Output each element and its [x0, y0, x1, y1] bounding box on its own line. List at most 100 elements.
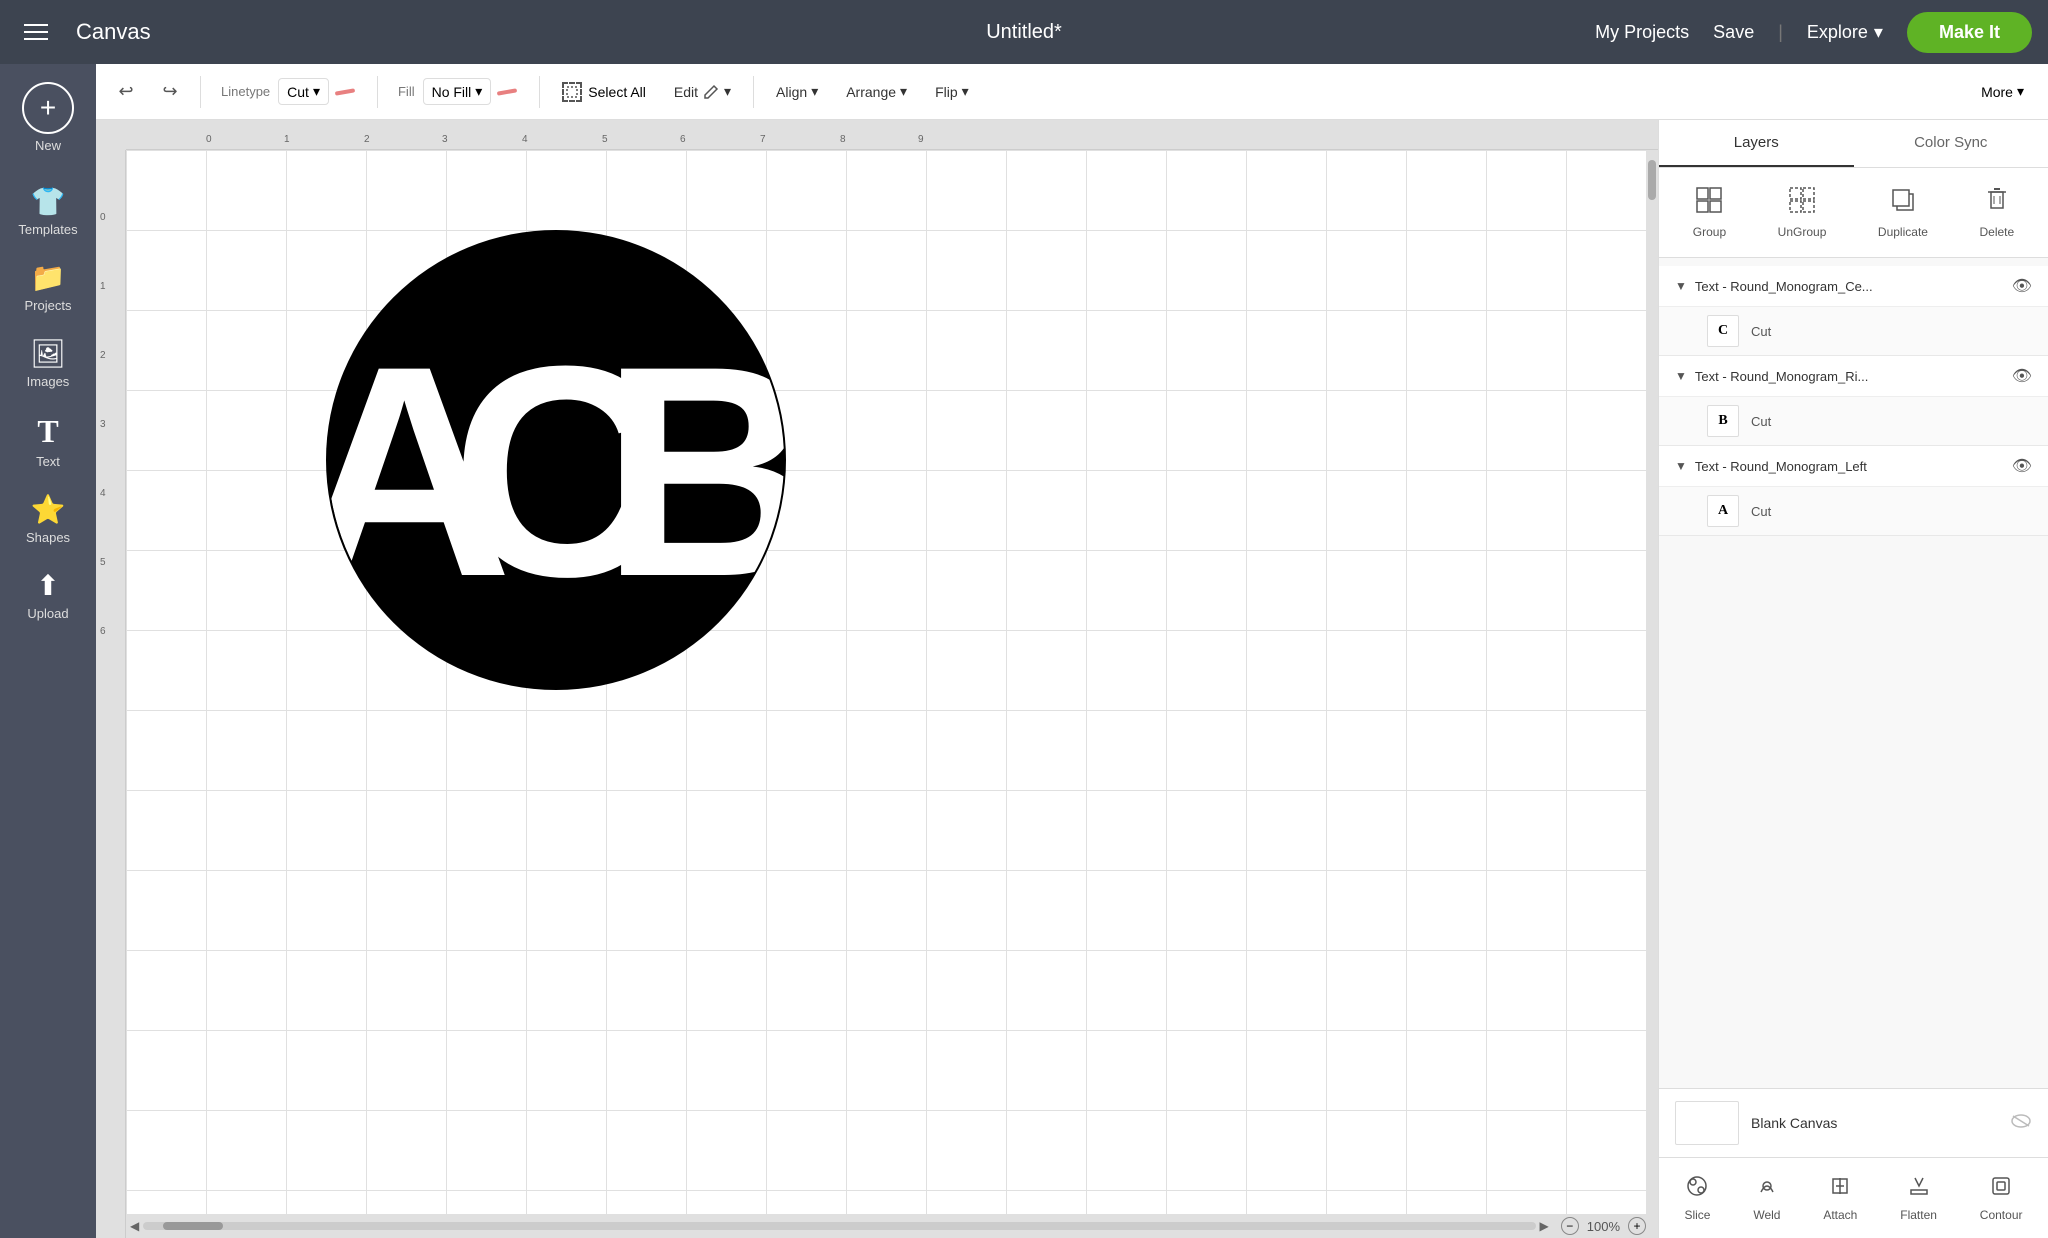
- fill-chevron-icon: ▾: [475, 83, 482, 100]
- duplicate-icon: [1889, 186, 1917, 221]
- fill-color-swatch[interactable]: [495, 80, 519, 104]
- sidebar-item-projects[interactable]: 📁 Projects: [4, 251, 92, 323]
- more-button[interactable]: More ▾: [1969, 77, 2036, 106]
- delete-action[interactable]: Delete: [1968, 180, 2027, 245]
- document-title[interactable]: Untitled*: [986, 21, 1062, 44]
- group-icon: [1695, 186, 1723, 221]
- make-it-button[interactable]: Make It: [1907, 12, 2032, 53]
- layer-child-2: B Cut: [1659, 397, 2048, 445]
- explore-chevron-icon: ▾: [1874, 22, 1883, 43]
- projects-icon: 📁: [31, 261, 66, 294]
- layer-header-2[interactable]: ▼ Text - Round_Monogram_Ri... 👁: [1659, 356, 2048, 397]
- slice-action[interactable]: Slice: [1676, 1168, 1718, 1228]
- layer-chevron-2[interactable]: ▼: [1675, 369, 1687, 383]
- ruler-top: 0 1 2 3 4 5 6 7 8 9: [126, 120, 1658, 150]
- canvas-area[interactable]: 0 1 2 3 4 5 6 7 8 9 0 1 2 3 4: [96, 120, 1658, 1238]
- attach-icon: [1828, 1174, 1852, 1204]
- monogram-design[interactable]: A C B: [306, 210, 856, 760]
- ruler-left: 0 1 2 3 4 5 6: [96, 150, 126, 1238]
- attach-action[interactable]: Attach: [1815, 1168, 1865, 1228]
- blank-canvas-row: Blank Canvas: [1659, 1088, 2048, 1157]
- sidebar-item-templates[interactable]: 👕 Templates: [4, 175, 92, 247]
- canvas-horizontal-scrollbar[interactable]: ◀ ▶ − 100% +: [126, 1214, 1658, 1238]
- weld-icon: [1755, 1174, 1779, 1204]
- sidebar-item-new[interactable]: + New: [4, 72, 92, 163]
- images-icon: 🖼: [30, 337, 66, 370]
- zoom-value: 100%: [1587, 1219, 1620, 1234]
- weld-action[interactable]: Weld: [1745, 1168, 1788, 1228]
- layer-group-2: ▼ Text - Round_Monogram_Ri... 👁 B Cut: [1659, 356, 2048, 446]
- scroll-right-arrow[interactable]: ▶: [1540, 1219, 1549, 1233]
- sidebar-item-text[interactable]: T Text: [4, 403, 92, 479]
- hamburger-menu[interactable]: [16, 16, 56, 48]
- zoom-out-button[interactable]: −: [1561, 1217, 1579, 1235]
- fill-group: Fill No Fill ▾: [390, 78, 527, 105]
- layer-eye-3[interactable]: 👁: [2012, 456, 2032, 476]
- duplicate-action[interactable]: Duplicate: [1866, 180, 1940, 245]
- scroll-left-arrow[interactable]: ◀: [130, 1219, 139, 1233]
- layer-thumb-1: C: [1707, 315, 1739, 347]
- layer-thumb-3: A: [1707, 495, 1739, 527]
- zoom-in-button[interactable]: +: [1628, 1217, 1646, 1235]
- ruler-corner: [96, 120, 126, 150]
- new-plus-icon: +: [22, 82, 74, 134]
- explore-button[interactable]: Explore ▾: [1807, 22, 1883, 43]
- slice-icon: [1685, 1174, 1709, 1204]
- top-nav: Canvas Untitled* My Projects Save | Expl…: [0, 0, 2048, 64]
- linetype-select[interactable]: Cut ▾: [278, 78, 329, 105]
- align-button[interactable]: Align ▾: [766, 77, 828, 106]
- layer-chevron-1[interactable]: ▼: [1675, 279, 1687, 293]
- scrollbar-track[interactable]: [143, 1222, 1535, 1230]
- group-action[interactable]: Group: [1681, 180, 1738, 245]
- align-chevron-icon: ▾: [811, 83, 818, 100]
- undo-button[interactable]: ↩: [108, 74, 144, 110]
- scrollbar-thumb[interactable]: [163, 1222, 223, 1230]
- layers-list: ▼ Text - Round_Monogram_Ce... 👁 C Cut ▼: [1659, 258, 2048, 1088]
- linetype-color-swatch[interactable]: [333, 80, 357, 104]
- toolbar: ↩ ↪ Linetype Cut ▾ Fill No Fill ▾: [96, 64, 2048, 120]
- right-panel: Layers Color Sync Group: [1658, 120, 2048, 1238]
- layer-thumb-2: B: [1707, 405, 1739, 437]
- select-all-icon: [562, 82, 582, 102]
- v-scrollbar-thumb[interactable]: [1648, 160, 1656, 200]
- sidebar-item-images[interactable]: 🖼 Images: [4, 327, 92, 399]
- panel-tabs: Layers Color Sync: [1659, 120, 2048, 168]
- text-icon: T: [37, 413, 58, 450]
- linetype-chevron-icon: ▾: [313, 83, 320, 100]
- sidebar-item-upload[interactable]: ⬆ Upload: [4, 559, 92, 631]
- sidebar-item-shapes[interactable]: ⭐ Shapes: [4, 483, 92, 555]
- layer-eye-2[interactable]: 👁: [2012, 366, 2032, 386]
- contour-action[interactable]: Contour: [1972, 1168, 2031, 1228]
- shapes-icon: ⭐: [31, 493, 66, 526]
- flip-chevron-icon: ▾: [962, 83, 969, 100]
- edit-chevron-icon: ▾: [724, 83, 731, 100]
- layer-chevron-3[interactable]: ▼: [1675, 459, 1687, 473]
- fill-select[interactable]: No Fill ▾: [423, 78, 492, 105]
- panel-bottom-actions: Slice Weld Attach: [1659, 1157, 2048, 1238]
- flip-button[interactable]: Flip ▾: [925, 77, 979, 106]
- upload-icon: ⬆: [36, 569, 59, 602]
- my-projects-link[interactable]: My Projects: [1595, 22, 1689, 43]
- layer-header-1[interactable]: ▼ Text - Round_Monogram_Ce... 👁: [1659, 266, 2048, 307]
- tab-layers[interactable]: Layers: [1659, 120, 1854, 167]
- tab-color-sync[interactable]: Color Sync: [1854, 120, 2048, 167]
- blank-canvas-eye-icon[interactable]: [2010, 1113, 2032, 1134]
- edit-button[interactable]: Edit ▾: [664, 77, 741, 107]
- redo-button[interactable]: ↪: [152, 74, 188, 110]
- flatten-icon: [1907, 1174, 1931, 1204]
- layer-group-3: ▼ Text - Round_Monogram_Left 👁 A Cut: [1659, 446, 2048, 536]
- ungroup-action[interactable]: UnGroup: [1766, 180, 1839, 245]
- flatten-action[interactable]: Flatten: [1892, 1168, 1945, 1228]
- save-link[interactable]: Save: [1713, 22, 1754, 43]
- svg-text:B: B: [601, 303, 806, 639]
- arrange-button[interactable]: Arrange ▾: [836, 77, 917, 106]
- select-all-button[interactable]: Select All: [552, 76, 656, 108]
- panel-actions: Group UnGroup Duplicate: [1659, 168, 2048, 258]
- more-chevron-icon: ▾: [2017, 83, 2024, 100]
- layer-header-3[interactable]: ▼ Text - Round_Monogram_Left 👁: [1659, 446, 2048, 487]
- canvas-grid: A C B: [126, 150, 1658, 1214]
- canvas-content[interactable]: A C B: [126, 150, 1658, 1214]
- canvas-vertical-scrollbar[interactable]: [1646, 150, 1658, 1214]
- layer-eye-1[interactable]: 👁: [2012, 276, 2032, 296]
- blank-canvas-thumbnail: [1675, 1101, 1739, 1145]
